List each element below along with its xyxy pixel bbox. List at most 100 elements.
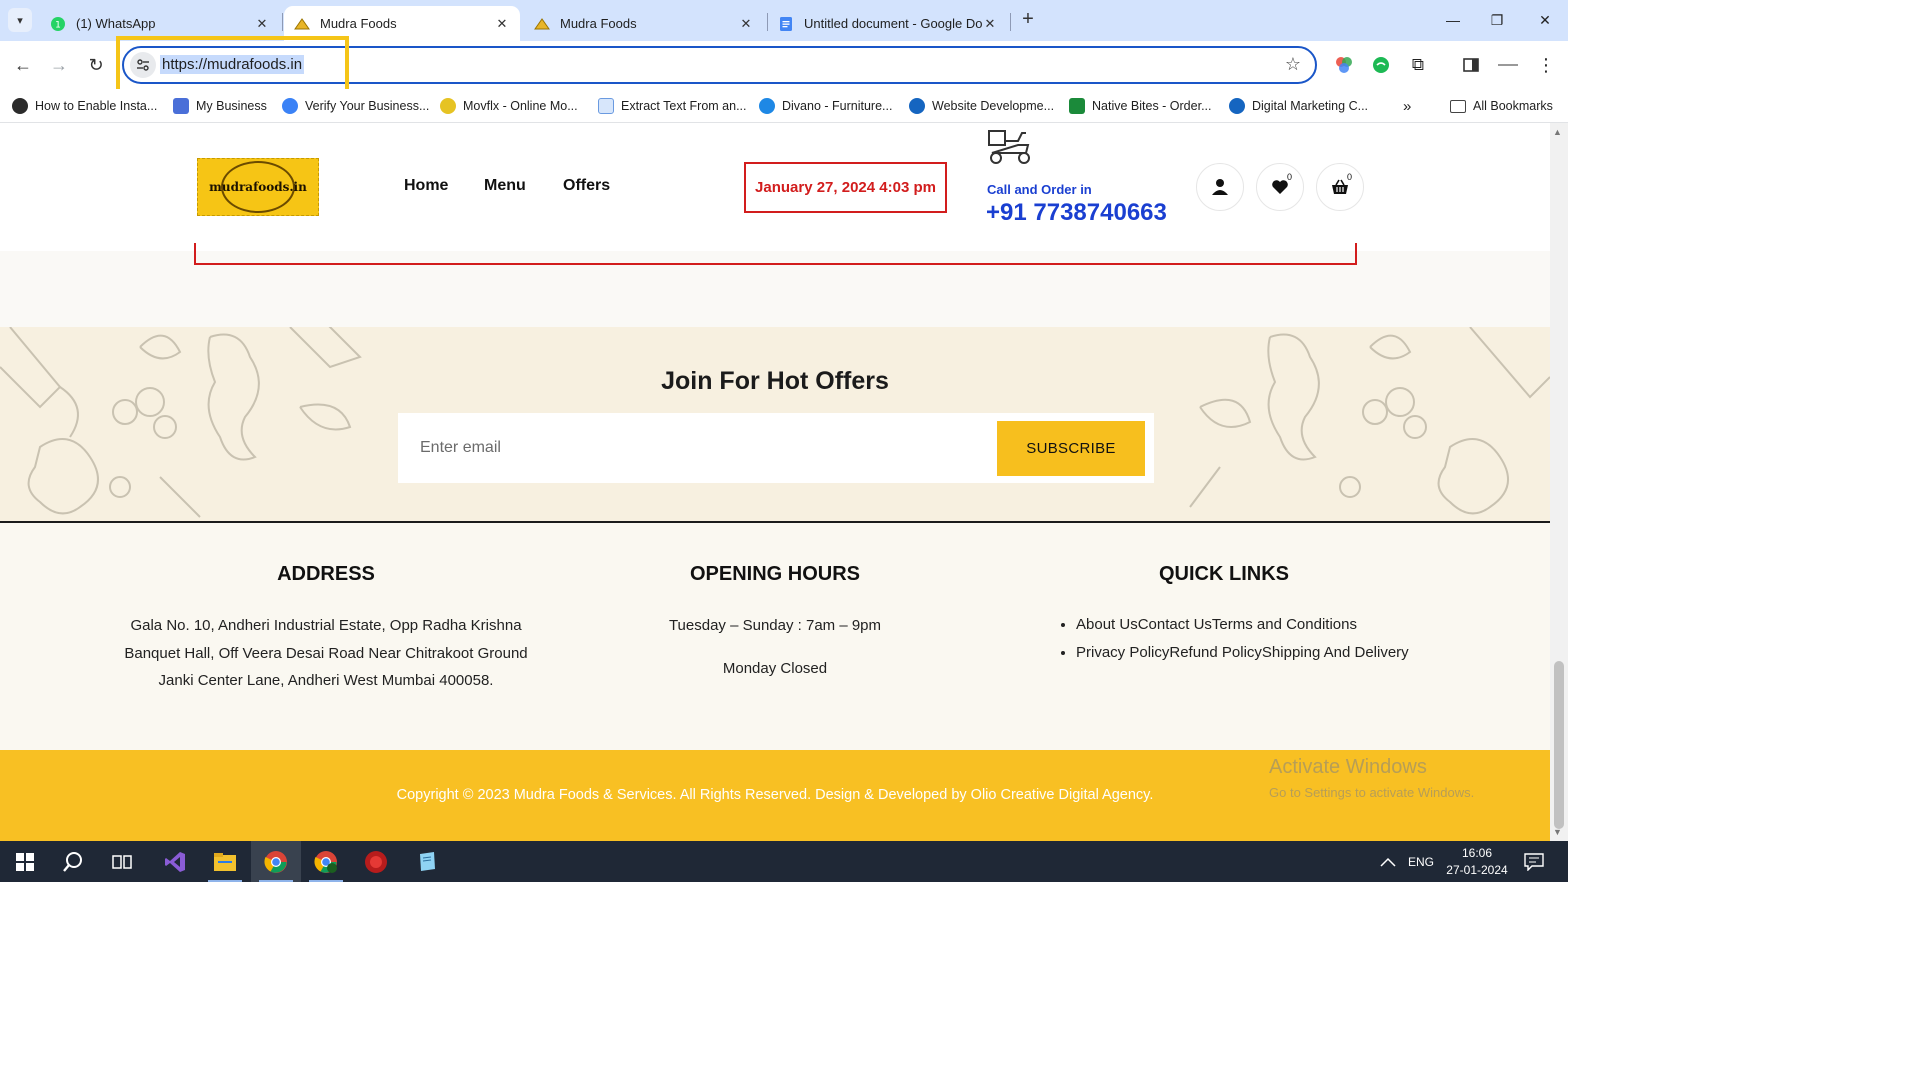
color-extension-icon[interactable] xyxy=(1333,54,1355,76)
menu-kebab-icon[interactable]: ⋮ xyxy=(1535,54,1557,76)
tab-search-button[interactable]: ▾ xyxy=(8,8,32,32)
google-docs-icon xyxy=(778,16,794,32)
tab-title: (1) WhatsApp xyxy=(76,16,156,31)
scroll-down-arrow-icon[interactable]: ▼ xyxy=(1553,827,1562,837)
close-icon[interactable]: ✕ xyxy=(982,16,998,32)
bookmark-item[interactable]: Extract Text From an... xyxy=(598,95,747,117)
notifications-icon[interactable] xyxy=(1524,841,1544,882)
cart-count: 0 xyxy=(1346,172,1352,182)
close-icon[interactable]: ✕ xyxy=(254,16,270,32)
activate-windows-watermark: Activate Windows Go to Settings to activ… xyxy=(1269,756,1475,800)
bookmark-item[interactable]: Divano - Furniture... xyxy=(759,95,892,117)
new-tab-plus-icon[interactable]: + xyxy=(1016,8,1040,32)
window-close-icon[interactable]: ✕ xyxy=(1530,8,1560,32)
food-doodle-illustration xyxy=(1189,327,1550,515)
site-logo[interactable]: mudrafoods.in xyxy=(197,158,319,216)
wishlist-button[interactable]: 0 xyxy=(1256,163,1304,211)
site-footer: ADDRESS Gala No. 10, Andheri Industrial … xyxy=(0,523,1550,750)
visual-studio-icon[interactable] xyxy=(150,841,200,882)
show-hidden-icons-chevron-icon[interactable] xyxy=(1380,841,1396,882)
red-app-icon[interactable] xyxy=(351,841,401,882)
tab-mudra-foods[interactable]: Mudra Foods ✕ xyxy=(524,6,764,41)
delivery-scooter-icon xyxy=(988,130,1030,164)
bookmark-favicon-icon xyxy=(1229,98,1245,114)
clock-time: 16:06 xyxy=(1461,845,1493,860)
nav-home[interactable]: Home xyxy=(404,177,448,195)
bookmark-favicon-icon xyxy=(440,98,456,114)
language-indicator[interactable]: ENG xyxy=(1408,841,1434,882)
mudra-logo-icon xyxy=(294,16,310,32)
datetime-display: January 27, 2024 4:03 pm xyxy=(744,162,947,213)
subscribe-button[interactable]: SUBSCRIBE xyxy=(997,421,1145,476)
bookmark-item[interactable]: Digital Marketing C... xyxy=(1229,95,1368,117)
windows-start-icon[interactable] xyxy=(0,841,50,882)
forward-arrow-icon[interactable]: → xyxy=(45,51,73,79)
side-panel-icon[interactable] xyxy=(1460,54,1482,76)
bookmark-item[interactable]: How to Enable Insta... xyxy=(12,95,157,117)
list-item: About UsContact UsTerms and Conditions xyxy=(1076,611,1409,639)
account-button[interactable] xyxy=(1196,163,1244,211)
green-extension-icon[interactable] xyxy=(1370,54,1392,76)
link-shipping-delivery[interactable]: Shipping And Delivery xyxy=(1262,644,1409,661)
minimize-icon[interactable]: — xyxy=(1438,8,1468,32)
bookmark-item[interactable]: My Business xyxy=(173,95,267,117)
tab-google-docs[interactable]: Untitled document - Google Docs ✕ xyxy=(768,6,1008,41)
link-contact-us[interactable]: Contact Us xyxy=(1138,616,1212,633)
reload-icon[interactable]: ↻ xyxy=(82,51,110,79)
close-icon[interactable]: ✕ xyxy=(738,16,754,32)
address-heading: ADDRESS xyxy=(277,563,375,585)
page-scrollbar[interactable]: ▲ ▼ xyxy=(1550,123,1568,841)
windows-taskbar: ENG 16:06 27-01-2024 xyxy=(0,841,1568,882)
extensions-puzzle-icon[interactable]: ⧉ xyxy=(1407,54,1429,76)
bookmark-favicon-icon xyxy=(282,98,298,114)
cart-button[interactable]: 0 xyxy=(1316,163,1364,211)
all-bookmarks-button[interactable]: All Bookmarks xyxy=(1450,95,1553,117)
scroll-up-arrow-icon[interactable]: ▲ xyxy=(1553,127,1562,137)
email-input[interactable] xyxy=(408,421,988,475)
link-privacy-policy[interactable]: Privacy Policy xyxy=(1076,644,1169,661)
more-bookmarks-chevron-icon[interactable]: » xyxy=(1403,95,1411,117)
quick-links-heading: QUICK LINKS xyxy=(1159,563,1289,585)
tab-title: Mudra Foods xyxy=(560,16,637,31)
address-line: Gala No. 10, Andheri Industrial Estate, … xyxy=(130,617,522,634)
mudra-logo-icon xyxy=(534,16,550,32)
chrome-profile-icon[interactable] xyxy=(301,841,351,882)
bookmark-item[interactable]: Movflx - Online Mo... xyxy=(440,95,578,117)
bookmark-item[interactable]: Verify Your Business... xyxy=(282,95,429,117)
tab-title: Mudra Foods xyxy=(320,16,397,31)
newsletter-section: Join For Hot Offers SUBSCRIBE xyxy=(0,327,1550,522)
quick-links-list: About UsContact UsTerms and Conditions P… xyxy=(1060,611,1409,667)
bookmark-item[interactable]: Native Bites - Order... xyxy=(1069,95,1211,117)
nav-menu[interactable]: Menu xyxy=(484,177,526,195)
footer-hours: OPENING HOURS Tuesday – Sunday : 7am – 9… xyxy=(575,563,975,682)
file-explorer-icon[interactable] xyxy=(200,841,250,882)
bookmark-favicon-icon xyxy=(1069,98,1085,114)
address-line: Janki Center Lane, Andheri West Mumbai 4… xyxy=(158,672,494,689)
search-icon[interactable] xyxy=(48,841,98,882)
page-viewport: mudrafoods.in Home Menu Offers January 2… xyxy=(0,123,1550,841)
clock[interactable]: 16:06 27-01-2024 xyxy=(1446,841,1508,882)
phone-number[interactable]: +91 7738740663 xyxy=(986,199,1167,227)
chrome-icon[interactable] xyxy=(251,841,301,882)
link-refund-policy[interactable]: Refund Policy xyxy=(1169,644,1262,661)
bookmark-item[interactable]: Website Developme... xyxy=(909,95,1054,117)
wishlist-count: 0 xyxy=(1286,172,1292,182)
clock-date: 27-01-2024 xyxy=(1446,862,1508,877)
close-icon[interactable]: ✕ xyxy=(494,16,510,32)
link-terms[interactable]: Terms and Conditions xyxy=(1212,616,1357,633)
footer-quick-links-heading-col: QUICK LINKS xyxy=(1074,563,1374,612)
bookmark-star-icon[interactable]: ☆ xyxy=(1285,54,1301,75)
notepad-icon[interactable] xyxy=(402,841,452,882)
link-about-us[interactable]: About Us xyxy=(1076,616,1138,633)
profile-icon[interactable] xyxy=(1497,54,1519,76)
restore-icon[interactable]: ❐ xyxy=(1482,8,1512,32)
nav-offers[interactable]: Offers xyxy=(563,177,610,195)
bookmark-favicon-icon xyxy=(759,98,775,114)
bookmark-favicon-icon xyxy=(909,98,925,114)
task-view-icon[interactable] xyxy=(97,841,147,882)
back-arrow-icon[interactable]: ← xyxy=(9,51,37,79)
whatsapp-icon: 1 xyxy=(50,16,66,32)
scroll-thumb[interactable] xyxy=(1554,661,1564,829)
folder-icon xyxy=(1450,99,1466,113)
user-icon xyxy=(1212,179,1228,195)
